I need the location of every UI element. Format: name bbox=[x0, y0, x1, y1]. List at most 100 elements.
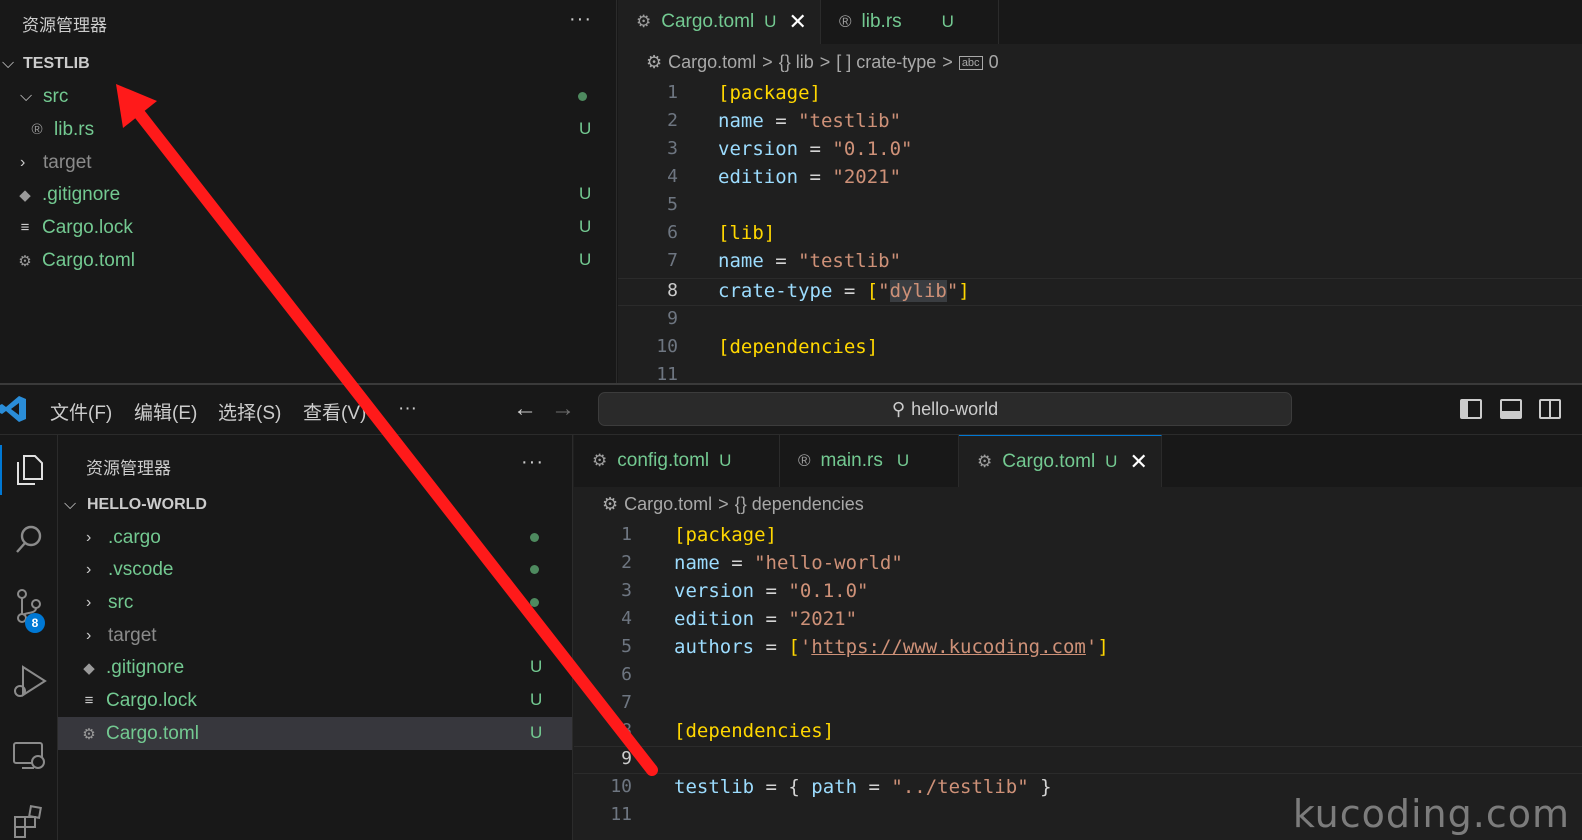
breadcrumb-separator: > bbox=[718, 494, 729, 514]
breadcrumb-file[interactable]: Cargo.toml bbox=[624, 494, 712, 515]
breadcrumb-file[interactable]: Cargo.toml bbox=[668, 52, 756, 73]
tab-bar: ⚙ Cargo.toml U ✕ ® lib.rs U bbox=[618, 0, 1582, 44]
breadcrumb-crate-type[interactable]: [ ] crate-type bbox=[836, 52, 936, 73]
modified-dot-icon bbox=[578, 92, 587, 101]
string-value-icon: abc bbox=[958, 55, 983, 70]
tree-item-cargo-lock[interactable]: ≡ Cargo.lock U bbox=[0, 211, 616, 244]
gear-icon: ⚙ bbox=[646, 52, 663, 72]
command-center-search[interactable]: ⚲ hello-world bbox=[598, 392, 1292, 426]
explorer-icon[interactable] bbox=[0, 445, 58, 495]
line-number: 11 bbox=[656, 364, 678, 383]
code-line: [dependencies] bbox=[718, 336, 879, 358]
line-number: 4 bbox=[667, 166, 678, 187]
breadcrumb-index[interactable]: 0 bbox=[989, 52, 999, 73]
breadcrumb: ⚙ Cargo.toml > {} lib > [ ] crate-type >… bbox=[646, 52, 1582, 73]
tree-item-cargo-dir[interactable]: › .cargo bbox=[58, 521, 572, 554]
toggle-panel-icon[interactable] bbox=[1500, 399, 1522, 419]
tree-root-hello-world[interactable]: ⌵ HELLO-WORLD bbox=[58, 488, 572, 521]
untracked-badge: U bbox=[530, 690, 543, 709]
untracked-badge: U bbox=[530, 723, 543, 742]
tree-root-label: HELLO-WORLD bbox=[87, 495, 207, 513]
line-number: 2 bbox=[667, 110, 678, 131]
gear-icon: ⚙ bbox=[592, 451, 608, 470]
line-number: 6 bbox=[667, 222, 678, 243]
untracked-badge: U bbox=[764, 12, 777, 31]
explorer-panel-hello-world: 资源管理器 ··· ⌵ HELLO-WORLD › .cargo › .vsco… bbox=[58, 435, 573, 840]
source-control-icon[interactable]: 8 bbox=[0, 581, 58, 633]
tree-item-cargo-toml[interactable]: ⚙ Cargo.toml U bbox=[58, 717, 572, 750]
tree-item-label: Cargo.lock bbox=[42, 216, 133, 238]
line-number: 6 bbox=[621, 664, 632, 685]
tab-main-rs[interactable]: ® main.rs U bbox=[780, 435, 959, 487]
tab-label: lib.rs bbox=[861, 11, 902, 32]
more-actions-icon[interactable]: ··· bbox=[521, 451, 544, 474]
menu-view[interactable]: 查看(V) bbox=[303, 398, 366, 425]
url-link[interactable]: https://www.kucoding.com bbox=[811, 636, 1086, 658]
chevron-down-icon: ⌵ bbox=[20, 87, 33, 105]
search-text: hello-world bbox=[911, 398, 999, 419]
menu-more[interactable]: ··· bbox=[398, 398, 417, 420]
watermark: kucoding.com bbox=[1292, 792, 1570, 836]
tree-item-label: target bbox=[108, 624, 157, 646]
line-number: 1 bbox=[667, 82, 678, 103]
breadcrumb-lib[interactable]: {} lib bbox=[779, 52, 814, 73]
untracked-badge: U bbox=[579, 217, 592, 236]
line-number: 7 bbox=[667, 250, 678, 271]
tree-item-target[interactable]: › target bbox=[0, 146, 616, 179]
forward-arrow-icon[interactable]: → bbox=[551, 395, 575, 423]
current-line-highlight bbox=[574, 746, 1582, 774]
tab-label: config.toml bbox=[617, 450, 710, 471]
untracked-badge: U bbox=[896, 451, 910, 470]
explorer-panel-testlib: 资源管理器 ··· ⌵ TESTLIB ⌵ src ® lib.rs U › t… bbox=[0, 0, 617, 383]
tree-item-target[interactable]: › target bbox=[58, 619, 572, 652]
close-icon[interactable]: ✕ bbox=[1129, 449, 1147, 475]
tree-item-label: src bbox=[43, 85, 69, 107]
extensions-icon[interactable] bbox=[0, 797, 58, 840]
menu-selection[interactable]: 选择(S) bbox=[218, 398, 281, 425]
menu-file[interactable]: 文件(F) bbox=[50, 398, 112, 425]
code-line: [lib] bbox=[718, 222, 776, 244]
modified-dot-icon bbox=[530, 598, 539, 607]
modified-dot-icon bbox=[530, 533, 539, 542]
tree-item-label: Cargo.toml bbox=[42, 249, 135, 271]
toggle-sidebar-icon[interactable] bbox=[1460, 399, 1482, 419]
untracked-badge: U bbox=[579, 184, 592, 203]
tree-item-vscode-dir[interactable]: › .vscode bbox=[58, 553, 572, 586]
line-number: 4 bbox=[621, 608, 632, 629]
tab-lib-rs[interactable]: ® lib.rs U bbox=[821, 0, 999, 44]
tree-item-cargo-lock[interactable]: ≡ Cargo.lock U bbox=[58, 684, 572, 717]
tree-item-cargo-toml[interactable]: ⚙ Cargo.toml U bbox=[0, 244, 616, 277]
tree-item-label: Cargo.toml bbox=[106, 722, 199, 744]
tree-item-src[interactable]: › src bbox=[58, 586, 572, 619]
chevron-down-icon: ⌵ bbox=[2, 54, 15, 72]
untracked-badge: U bbox=[1105, 451, 1118, 471]
tab-cargo-toml[interactable]: ⚙ Cargo.toml U ✕ bbox=[618, 0, 821, 44]
tree-item-label: target bbox=[43, 151, 92, 173]
run-debug-icon[interactable] bbox=[0, 657, 58, 707]
vscode-logo-icon[interactable] bbox=[0, 395, 26, 423]
rust-file-icon: ® bbox=[839, 12, 852, 31]
chevron-right-icon: › bbox=[86, 560, 92, 578]
breadcrumb-separator: > bbox=[942, 52, 953, 72]
close-icon[interactable]: ✕ bbox=[788, 9, 806, 35]
tree-item-label: .gitignore bbox=[106, 656, 185, 678]
line-number: 10 bbox=[656, 336, 678, 357]
back-arrow-icon[interactable]: ← bbox=[513, 395, 537, 423]
tree-item-gitignore[interactable]: ◆ .gitignore U bbox=[0, 178, 616, 211]
tree-item-gitignore[interactable]: ◆ .gitignore U bbox=[58, 651, 572, 684]
search-icon[interactable] bbox=[0, 515, 58, 565]
toggle-secondary-sidebar-icon[interactable] bbox=[1539, 399, 1561, 419]
code-line: [package] bbox=[718, 82, 821, 104]
tab-config-toml[interactable]: ⚙ config.toml U bbox=[574, 435, 780, 487]
menu-edit[interactable]: 编辑(E) bbox=[134, 398, 197, 425]
more-actions-icon[interactable]: ··· bbox=[569, 8, 592, 31]
tree-item-src[interactable]: ⌵ src bbox=[0, 80, 616, 113]
line-number-current: 9 bbox=[621, 748, 632, 769]
breadcrumb-dependencies[interactable]: {} dependencies bbox=[735, 494, 864, 515]
code-line: name = "testlib" bbox=[718, 250, 902, 272]
line-number: 11 bbox=[610, 804, 632, 825]
tree-root-testlib[interactable]: ⌵ TESTLIB bbox=[0, 47, 616, 80]
remote-explorer-icon[interactable] bbox=[0, 731, 58, 781]
tree-item-lib-rs[interactable]: ® lib.rs U bbox=[0, 113, 616, 146]
tab-cargo-toml[interactable]: ⚙ Cargo.toml U ✕ bbox=[959, 435, 1162, 487]
